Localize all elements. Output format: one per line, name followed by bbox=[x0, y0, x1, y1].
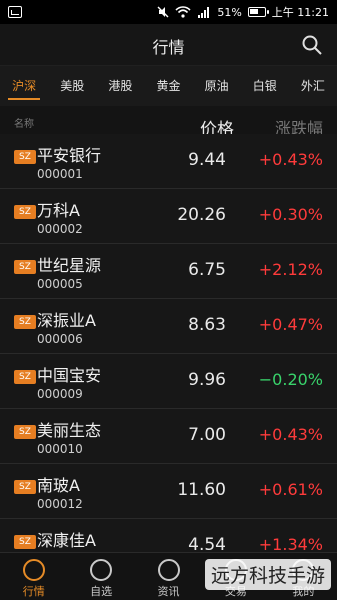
market-tabs: 沪深 美股 港股 黄金 原油 白银 外汇 bbox=[0, 66, 337, 106]
list-icon bbox=[90, 559, 113, 581]
stock-name: 万科A bbox=[37, 201, 80, 220]
mute-icon bbox=[157, 6, 169, 18]
stock-code: 000001 bbox=[37, 167, 83, 181]
nav-news[interactable]: 资讯 bbox=[135, 553, 202, 600]
stock-price: 4.54 bbox=[188, 535, 226, 552]
stock-code: 000009 bbox=[37, 387, 83, 401]
sz-badge: SZ bbox=[14, 480, 36, 494]
signal-icon bbox=[198, 7, 210, 18]
stock-row[interactable]: SZ 美丽生态 000010 7.00 +0.43% bbox=[0, 409, 337, 464]
stock-change: +2.12% bbox=[258, 260, 323, 279]
stock-name: 南玻A bbox=[37, 476, 80, 495]
battery-icon bbox=[247, 7, 269, 17]
stock-change: +0.43% bbox=[258, 150, 323, 169]
tab-hushen[interactable]: 沪深 bbox=[0, 66, 48, 106]
stock-code: 000010 bbox=[37, 442, 83, 456]
watermark: 远方科技手游 bbox=[204, 559, 331, 590]
clock: 上午 11:21 bbox=[271, 6, 329, 19]
stock-row[interactable]: SZ 中国宝安 000009 9.96 −0.20% bbox=[0, 354, 337, 409]
list-header: 名称 价格 涨跌幅 bbox=[0, 106, 337, 140]
tab-us-stocks[interactable]: 美股 bbox=[48, 66, 96, 106]
stock-price: 9.44 bbox=[188, 150, 226, 170]
nav-label: 资讯 bbox=[157, 585, 180, 598]
compass-icon bbox=[157, 559, 180, 581]
stock-price: 9.96 bbox=[188, 370, 226, 390]
battery-percent: 51% bbox=[217, 5, 242, 19]
status-bar: 51% 上午 11:21 bbox=[0, 0, 337, 24]
page-title: 行情 bbox=[152, 38, 185, 57]
stock-row[interactable]: SZ 南玻A 000012 11.60 +0.61% bbox=[0, 464, 337, 519]
nav-watchlist[interactable]: 自选 bbox=[67, 553, 134, 600]
column-name: 名称 bbox=[14, 119, 34, 130]
stock-name: 平安银行 bbox=[37, 146, 102, 165]
tab-silver[interactable]: 白银 bbox=[241, 66, 289, 106]
sz-badge: SZ bbox=[14, 205, 36, 219]
sz-badge: SZ bbox=[14, 425, 36, 439]
wifi-icon bbox=[175, 6, 191, 18]
stock-code: 000005 bbox=[37, 277, 83, 291]
stock-change: +1.34% bbox=[258, 535, 323, 552]
image-notification-icon bbox=[8, 6, 22, 18]
chart-icon bbox=[22, 559, 45, 581]
stock-row[interactable]: SZ 平安银行 000001 9.44 +0.43% bbox=[0, 134, 337, 189]
stock-row[interactable]: SZ 深康佳A 000016 4.54 +1.34% bbox=[0, 519, 337, 552]
stock-change: +0.61% bbox=[258, 480, 323, 499]
tab-forex[interactable]: 外汇 bbox=[289, 66, 337, 106]
stock-row[interactable]: SZ 深振业A 000006 8.63 +0.47% bbox=[0, 299, 337, 354]
stock-name: 世纪星源 bbox=[37, 256, 102, 275]
stock-code: 000006 bbox=[37, 332, 83, 346]
stock-change: −0.20% bbox=[258, 370, 323, 389]
stock-name: 深振业A bbox=[37, 311, 96, 330]
tab-hk-stocks[interactable]: 港股 bbox=[96, 66, 144, 106]
nav-label: 行情 bbox=[22, 585, 45, 598]
tab-crude-oil[interactable]: 原油 bbox=[193, 66, 241, 106]
stock-code: 000002 bbox=[37, 222, 83, 236]
stock-list: SZ 平安银行 000001 9.44 +0.43% SZ 万科A 000002… bbox=[0, 134, 337, 552]
sz-badge: SZ bbox=[14, 370, 36, 384]
sz-badge: SZ bbox=[14, 260, 36, 274]
stock-price: 20.26 bbox=[177, 205, 226, 225]
nav-label: 自选 bbox=[90, 585, 113, 598]
stock-code: 000012 bbox=[37, 497, 83, 511]
sz-badge: SZ bbox=[14, 150, 36, 164]
stock-name: 中国宝安 bbox=[37, 366, 102, 385]
stock-row[interactable]: SZ 世纪星源 000005 6.75 +2.12% bbox=[0, 244, 337, 299]
stock-name: 美丽生态 bbox=[37, 421, 102, 440]
stock-change: +0.30% bbox=[258, 205, 323, 224]
tab-gold[interactable]: 黄金 bbox=[144, 66, 192, 106]
search-icon[interactable] bbox=[301, 34, 323, 56]
sz-badge: SZ bbox=[14, 535, 36, 549]
sz-badge: SZ bbox=[14, 315, 36, 329]
stock-change: +0.47% bbox=[258, 315, 323, 334]
stock-price: 8.63 bbox=[188, 315, 226, 335]
stock-price: 6.75 bbox=[188, 260, 226, 280]
stock-price: 11.60 bbox=[177, 480, 226, 500]
stock-change: +0.43% bbox=[258, 425, 323, 444]
app-header: 行情 bbox=[0, 24, 337, 66]
stock-name: 深康佳A bbox=[37, 531, 96, 550]
nav-market[interactable]: 行情 bbox=[0, 553, 67, 600]
stock-row[interactable]: SZ 万科A 000002 20.26 +0.30% bbox=[0, 189, 337, 244]
stock-price: 7.00 bbox=[188, 425, 226, 445]
